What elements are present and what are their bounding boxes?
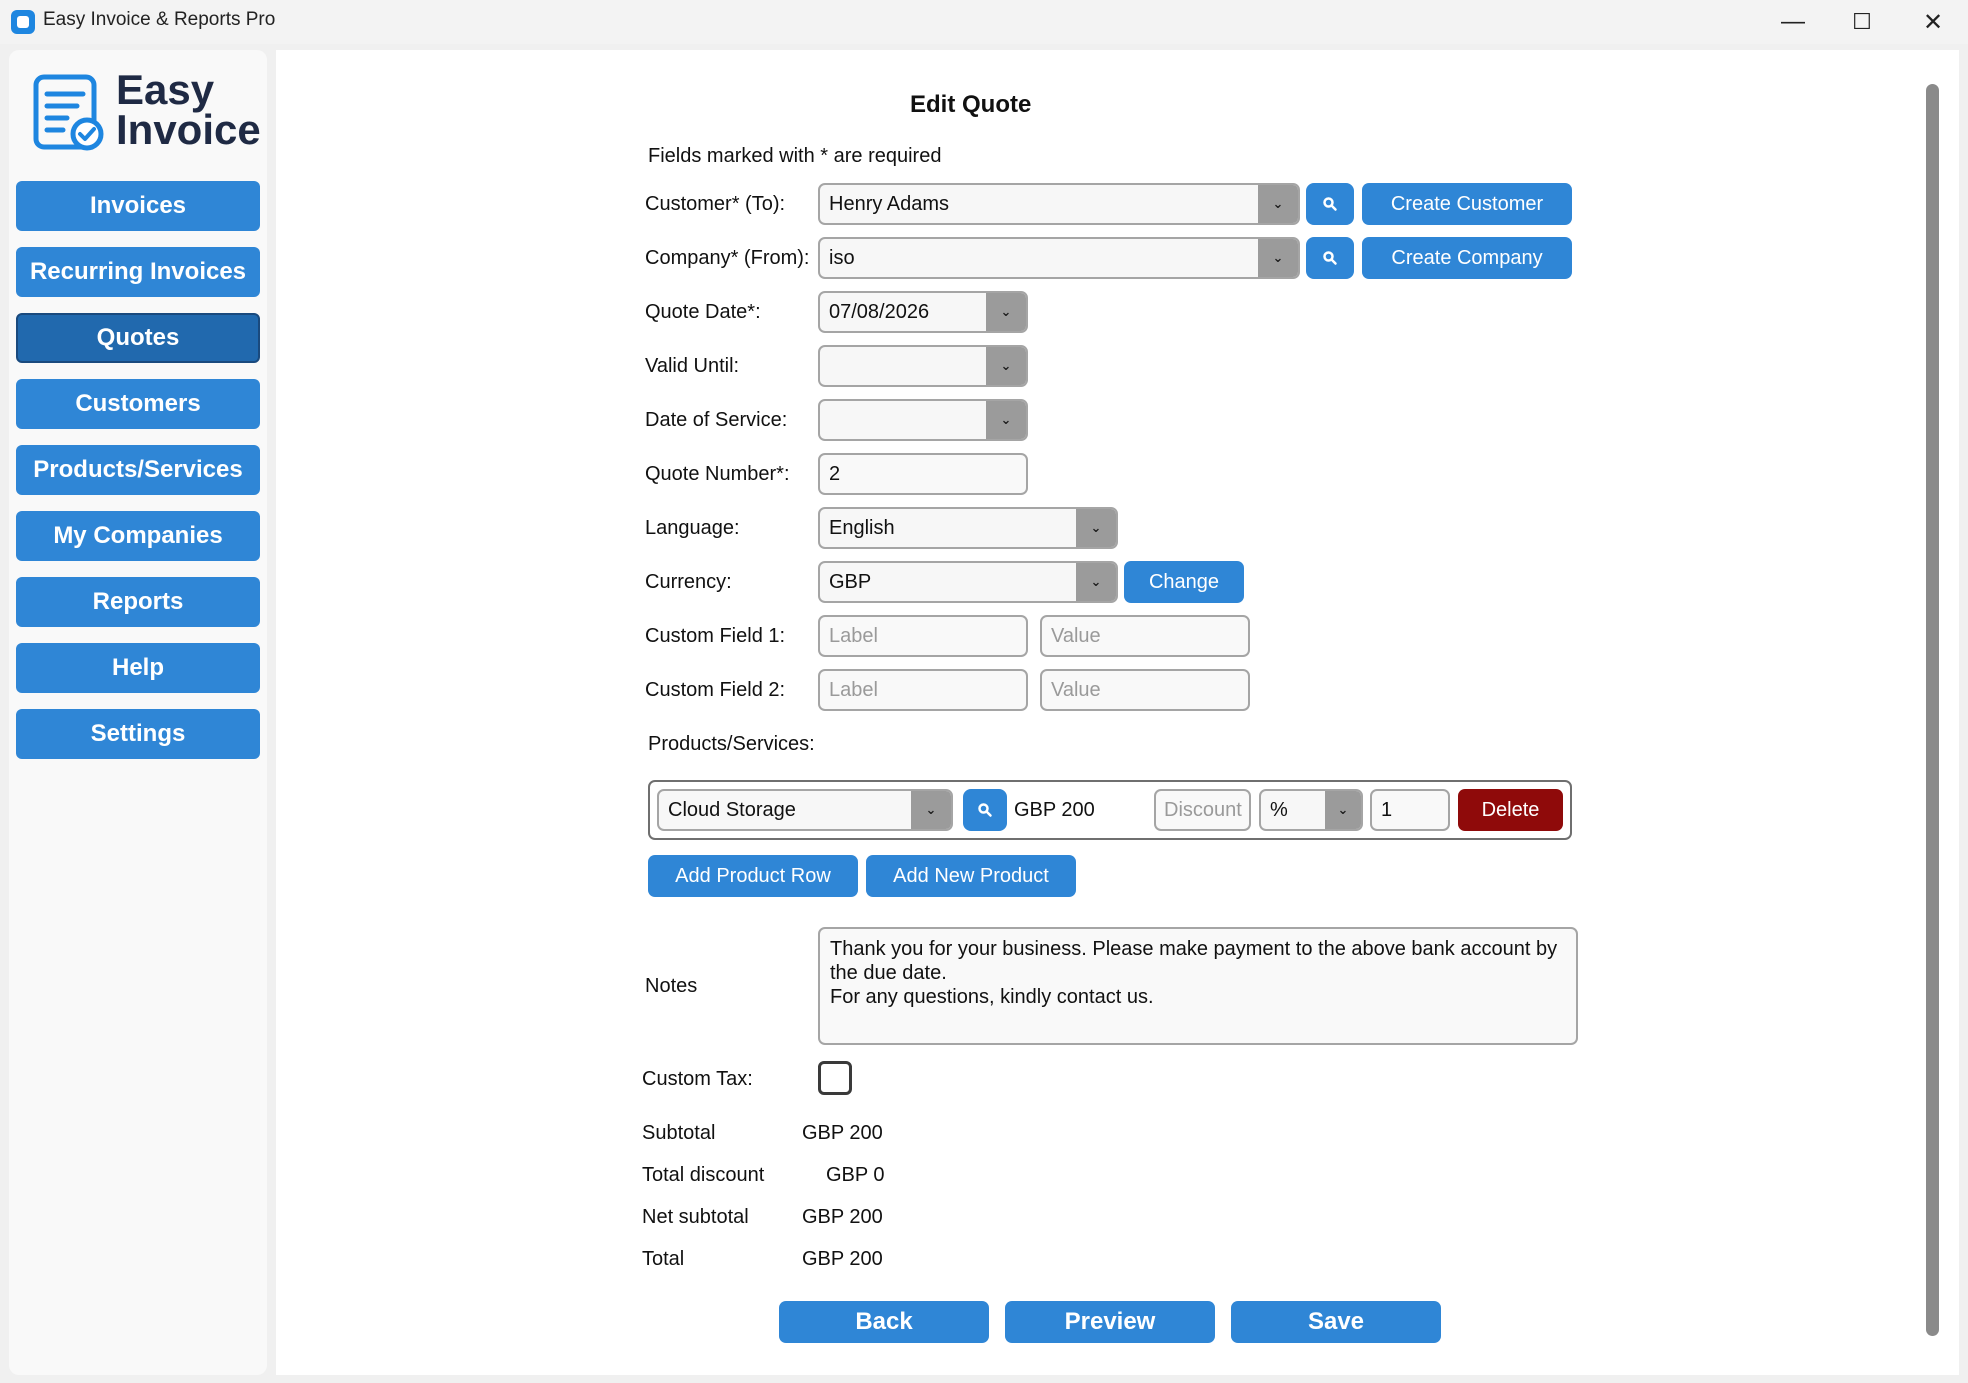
- product-search-button[interactable]: [963, 789, 1007, 831]
- quote-number-label: Quote Number*:: [645, 463, 790, 485]
- company-value: iso: [829, 246, 855, 269]
- add-new-product-button[interactable]: Add New Product: [866, 855, 1076, 897]
- language-label: Language:: [645, 517, 740, 539]
- products-label: Products/Services:: [648, 733, 815, 755]
- chevron-down-icon: ⌄: [986, 293, 1026, 331]
- search-icon: [1323, 251, 1337, 265]
- company-select[interactable]: iso ⌄: [818, 237, 1300, 279]
- chevron-down-icon: ⌄: [911, 791, 951, 829]
- invoice-logo-icon: [33, 74, 104, 151]
- notes-label: Notes: [645, 975, 698, 997]
- discount-type-value: %: [1270, 798, 1288, 821]
- app-icon: [11, 10, 35, 34]
- chevron-down-icon: ⌄: [986, 401, 1026, 439]
- product-value: Cloud Storage: [668, 798, 796, 821]
- logo-line-2: Invoice: [116, 106, 261, 153]
- page-title: Edit Quote: [910, 91, 1032, 118]
- required-note: Fields marked with * are required: [648, 145, 942, 167]
- customer-select[interactable]: Henry Adams ⌄: [818, 183, 1300, 225]
- nav-customers[interactable]: Customers: [16, 379, 260, 429]
- customer-label: Customer* (To):: [645, 193, 786, 215]
- title-bar: [0, 0, 1968, 44]
- quantity-input[interactable]: 1: [1370, 789, 1450, 831]
- create-company-button[interactable]: Create Company: [1362, 237, 1572, 279]
- close-button[interactable]: ✕: [1908, 4, 1958, 40]
- nav-invoices[interactable]: Invoices: [16, 181, 260, 231]
- notes-textarea[interactable]: Thank you for your business. Please make…: [818, 927, 1578, 1045]
- preview-button[interactable]: Preview: [1005, 1301, 1215, 1343]
- chevron-down-icon: ⌄: [1258, 239, 1298, 277]
- nav-reports[interactable]: Reports: [16, 577, 260, 627]
- quote-date-picker[interactable]: 07/08/2026 ⌄: [818, 291, 1028, 333]
- quote-date-label: Quote Date*:: [645, 301, 761, 323]
- logo-text: Easy Invoice: [116, 66, 261, 153]
- currency-select[interactable]: GBP ⌄: [818, 561, 1118, 603]
- maximize-button[interactable]: ☐: [1837, 4, 1887, 40]
- nav-my-companies[interactable]: My Companies: [16, 511, 260, 561]
- customer-value: Henry Adams: [829, 192, 950, 215]
- nav-help[interactable]: Help: [16, 643, 260, 693]
- custom-field-1-label-input[interactable]: Label: [818, 615, 1028, 657]
- company-label: Company* (From):: [645, 247, 810, 269]
- total-discount-value: GBP 0: [826, 1164, 885, 1186]
- net-subtotal-label: Net subtotal: [642, 1206, 749, 1228]
- customer-search-button[interactable]: [1306, 183, 1354, 225]
- quote-date-value: 07/08/2026: [829, 300, 930, 323]
- minimize-button[interactable]: —: [1768, 4, 1818, 40]
- valid-until-label: Valid Until:: [645, 355, 740, 377]
- add-product-row-button[interactable]: Add Product Row: [648, 855, 858, 897]
- nav-quotes[interactable]: Quotes: [16, 313, 260, 363]
- custom-field-2-label-input[interactable]: Label: [818, 669, 1028, 711]
- custom-field-1-value-input[interactable]: Value: [1040, 615, 1250, 657]
- date-of-service-label: Date of Service:: [645, 409, 788, 431]
- currency-value: GBP: [829, 570, 872, 593]
- date-of-service-picker[interactable]: ⌄: [818, 399, 1028, 441]
- search-icon: [1323, 197, 1337, 211]
- vertical-scrollbar[interactable]: [1926, 84, 1939, 1336]
- search-icon: [978, 803, 992, 817]
- chevron-down-icon: ⌄: [1325, 791, 1361, 829]
- nav-recurring-invoices[interactable]: Recurring Invoices: [16, 247, 260, 297]
- logo-line-1: Easy: [116, 66, 215, 113]
- total-value: GBP 200: [802, 1248, 883, 1270]
- quote-number-input[interactable]: 2: [818, 453, 1028, 495]
- subtotal-value: GBP 200: [802, 1122, 883, 1144]
- nav-settings[interactable]: Settings: [16, 709, 260, 759]
- valid-until-picker[interactable]: ⌄: [818, 345, 1028, 387]
- product-price: GBP 200: [1014, 799, 1095, 821]
- chevron-down-icon: ⌄: [1076, 509, 1116, 547]
- window-title: Easy Invoice & Reports Pro: [43, 9, 276, 30]
- custom-field-2-value-input[interactable]: Value: [1040, 669, 1250, 711]
- total-label: Total: [642, 1248, 685, 1270]
- product-select[interactable]: Cloud Storage ⌄: [657, 789, 953, 831]
- nav-products-services[interactable]: Products/Services: [16, 445, 260, 495]
- save-button[interactable]: Save: [1231, 1301, 1441, 1343]
- change-currency-button[interactable]: Change: [1124, 561, 1244, 603]
- chevron-down-icon: ⌄: [986, 347, 1026, 385]
- subtotal-label: Subtotal: [642, 1122, 716, 1144]
- total-discount-label: Total discount: [642, 1164, 765, 1186]
- custom-tax-checkbox[interactable]: [818, 1061, 852, 1095]
- language-value: English: [829, 516, 895, 539]
- chevron-down-icon: ⌄: [1076, 563, 1116, 601]
- net-subtotal-value: GBP 200: [802, 1206, 883, 1228]
- custom-field-2-label: Custom Field 2:: [645, 679, 786, 701]
- currency-label: Currency:: [645, 571, 732, 593]
- discount-type-select[interactable]: % ⌄: [1259, 789, 1363, 831]
- back-button[interactable]: Back: [779, 1301, 989, 1343]
- chevron-down-icon: ⌄: [1258, 185, 1298, 223]
- custom-field-1-label: Custom Field 1:: [645, 625, 786, 647]
- discount-input[interactable]: Discount: [1154, 789, 1251, 831]
- create-customer-button[interactable]: Create Customer: [1362, 183, 1572, 225]
- language-select[interactable]: English ⌄: [818, 507, 1118, 549]
- company-search-button[interactable]: [1306, 237, 1354, 279]
- delete-row-button[interactable]: Delete: [1458, 789, 1563, 831]
- custom-tax-label: Custom Tax:: [642, 1068, 753, 1090]
